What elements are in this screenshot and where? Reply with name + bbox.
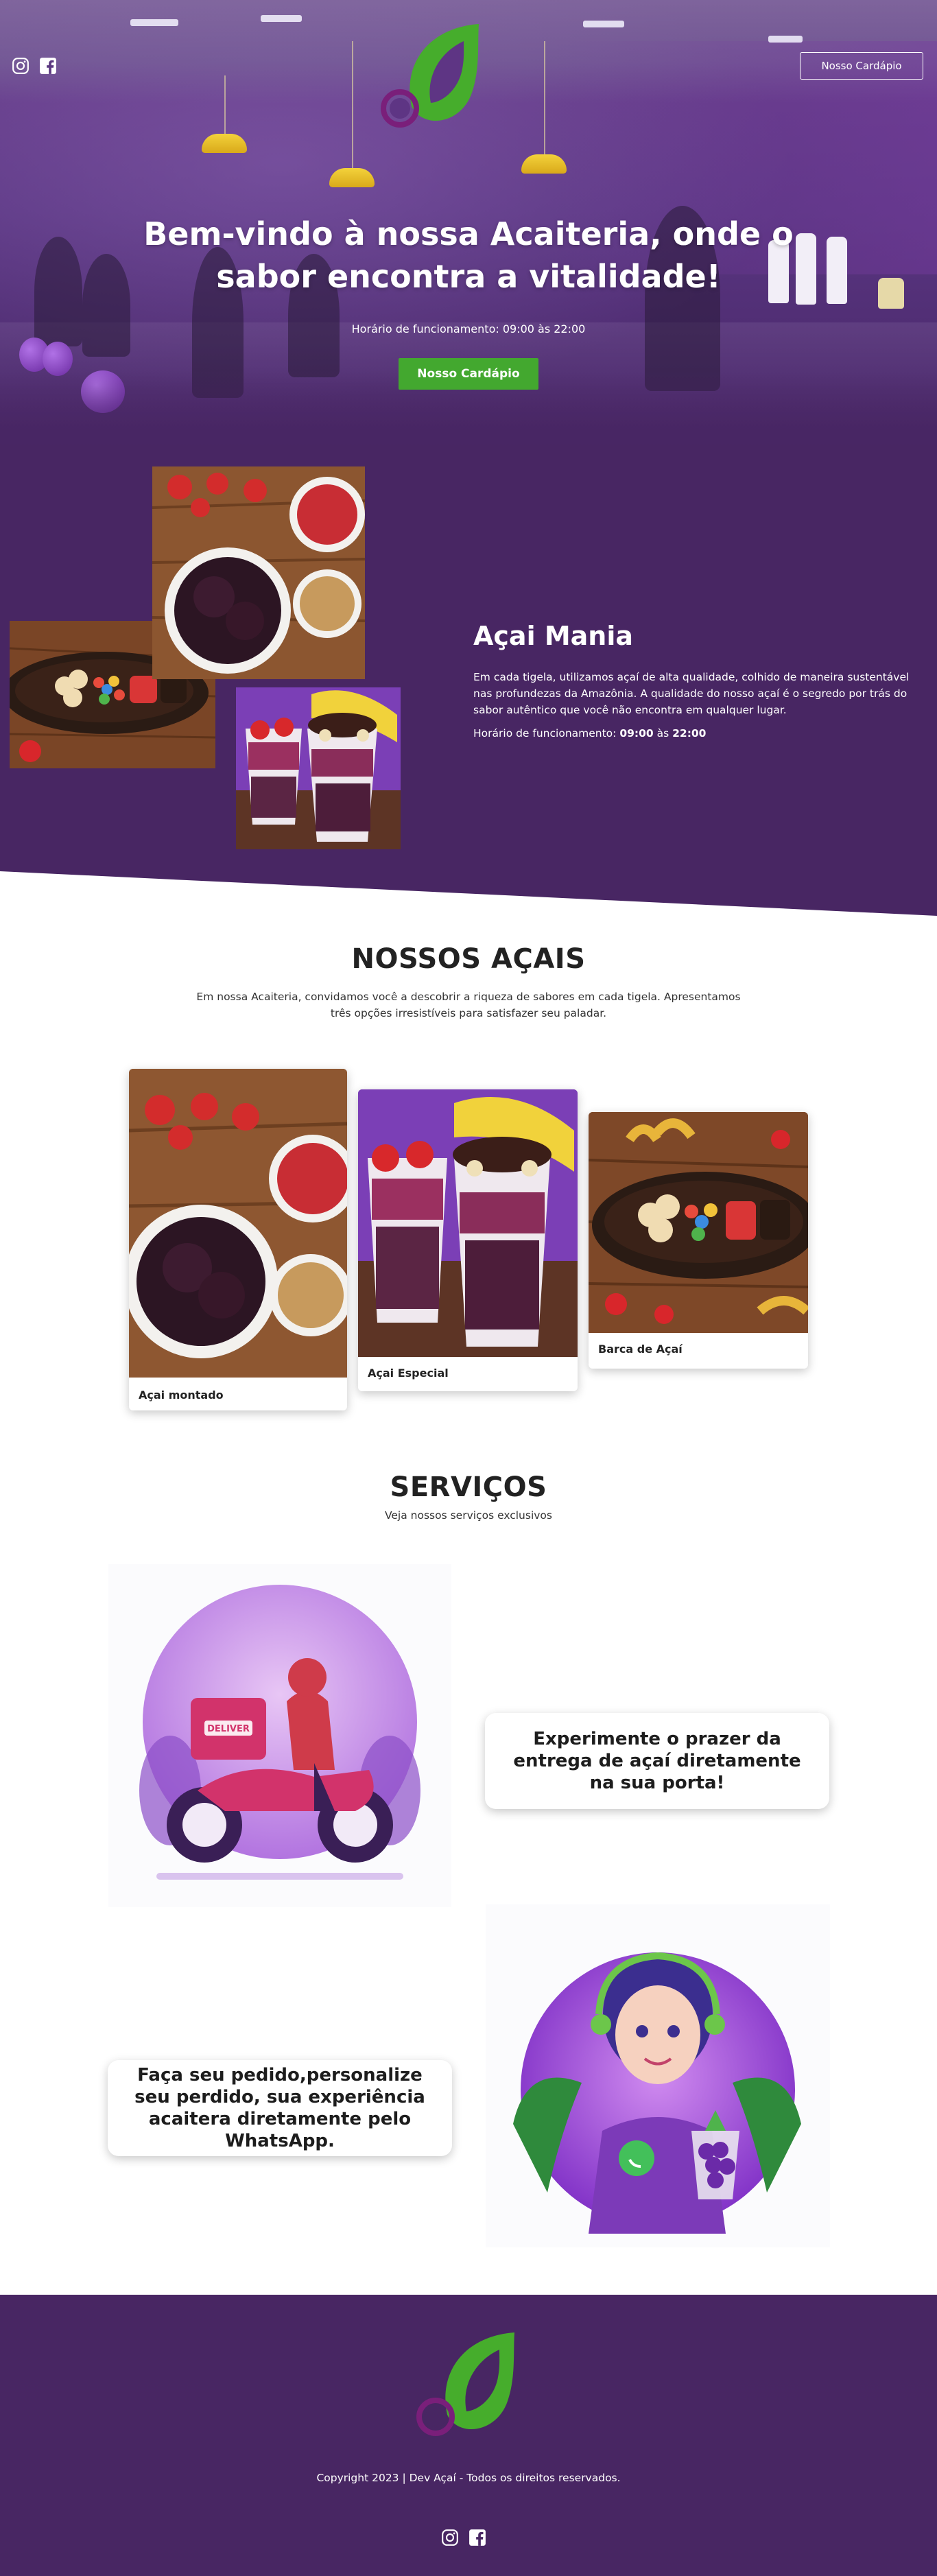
customer-silhouette bbox=[34, 237, 82, 346]
brand-logo[interactable] bbox=[376, 21, 493, 143]
product-card[interactable]: Barca de Açaí bbox=[589, 1112, 808, 1369]
whatsapp-attendant-illustration bbox=[486, 1904, 830, 2247]
hero-section: Nosso Cardápio Bem-vindo à nossa Acaiter… bbox=[0, 0, 937, 466]
servicos-subtitle: Veja nossos serviços exclusivos bbox=[384, 1509, 552, 1522]
deliver-badge: DELIVER bbox=[207, 1724, 250, 1734]
footer-logo[interactable] bbox=[412, 2329, 528, 2452]
about-hours: Horário de funcionamento: 09:00 às 22:00 bbox=[473, 727, 706, 740]
product-card[interactable]: Açai montado bbox=[129, 1069, 347, 1410]
header-social-links bbox=[11, 56, 58, 75]
hero-title: Bem-vindo à nossa Acaiteria, onde o sabo… bbox=[143, 215, 794, 295]
product-box bbox=[878, 278, 904, 309]
barca-acai-photo bbox=[589, 1112, 808, 1333]
about-title: Açai Mania bbox=[473, 621, 634, 651]
ceiling-light bbox=[130, 19, 178, 26]
acais-subtitle: Em nossa Acaiteria, convidamos você a de… bbox=[196, 991, 741, 1019]
ceiling-light bbox=[583, 21, 624, 27]
ceiling-light bbox=[768, 36, 803, 43]
delivery-illustration: DELIVER bbox=[108, 1564, 451, 1907]
pendant-lamp bbox=[329, 168, 375, 187]
hours-separator: às bbox=[656, 727, 669, 740]
hero-hours: Horário de funcionamento: 09:00 às 22:00 bbox=[351, 322, 586, 335]
hours-close: 22:00 bbox=[672, 727, 707, 740]
pendant-lamp bbox=[521, 154, 567, 174]
bottle bbox=[827, 237, 847, 304]
pendant-lamp bbox=[202, 134, 247, 153]
instagram-icon[interactable] bbox=[440, 2528, 460, 2547]
footer-social-links bbox=[440, 2528, 487, 2547]
product-name: Barca de Açaí bbox=[598, 1343, 683, 1356]
product-name: Açai Especial bbox=[368, 1367, 449, 1380]
customer-silhouette bbox=[82, 254, 130, 357]
service-card-delivery: Experimente o prazer da entrega de açaí … bbox=[485, 1713, 829, 1809]
instagram-icon[interactable] bbox=[11, 56, 30, 75]
copyright: Copyright 2023 | Dev Açaí - Todos os dir… bbox=[316, 2472, 621, 2484]
acai-especial-image bbox=[236, 687, 401, 849]
footer: Copyright 2023 | Dev Açaí - Todos os dir… bbox=[0, 2295, 937, 2576]
servicos-section: SERVIÇOS Veja nossos serviços exclusivos… bbox=[0, 1472, 937, 2295]
lamp-wire bbox=[544, 41, 545, 154]
menu-button[interactable]: Nosso Cardápio bbox=[800, 52, 923, 80]
hours-label: Horário de funcionamento: bbox=[473, 727, 617, 740]
about-section: Açai Mania Em cada tigela, utilizamos aç… bbox=[0, 466, 937, 916]
hero-cta-button[interactable]: Nosso Cardápio bbox=[399, 358, 538, 390]
hours-open: 09:00 bbox=[619, 727, 654, 740]
product-name: Açai montado bbox=[139, 1389, 224, 1402]
acai-montado-photo bbox=[129, 1069, 347, 1378]
lamp-wire bbox=[352, 41, 353, 168]
ceiling-light bbox=[261, 15, 302, 22]
service-card-whatsapp: Faça seu pedido,personalize seu perdido,… bbox=[108, 2060, 452, 2156]
acais-section: NOSSOS AÇAIS Em nossa Acaiteria, convida… bbox=[0, 916, 937, 1472]
product-card[interactable]: Açai Especial bbox=[358, 1089, 578, 1391]
facebook-icon[interactable] bbox=[468, 2528, 487, 2547]
lamp-wire bbox=[224, 75, 226, 134]
servicos-title: SERVIÇOS bbox=[390, 1472, 547, 1503]
acai-montado-image bbox=[152, 466, 365, 679]
acai-especial-photo bbox=[358, 1089, 578, 1357]
acais-title: NOSSOS AÇAIS bbox=[351, 943, 586, 975]
facebook-icon[interactable] bbox=[38, 56, 58, 75]
about-text: Em cada tigela, utilizamos açaí de alta … bbox=[473, 671, 910, 716]
